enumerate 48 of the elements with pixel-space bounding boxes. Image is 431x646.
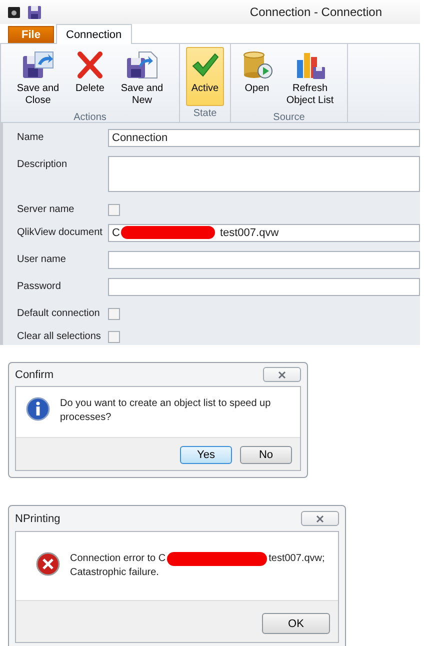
field-label: Password <box>17 280 62 292</box>
input-field[interactable] <box>108 278 420 296</box>
message-text: Catastrophic failure. <box>70 566 160 580</box>
field-label: QlikView document <box>17 226 104 238</box>
checkbox[interactable] <box>108 308 120 320</box>
close-icon <box>278 370 286 378</box>
close-icon <box>316 514 324 522</box>
save-close-icon <box>21 50 55 80</box>
close-button[interactable] <box>263 367 301 382</box>
ribbon-button[interactable]: Save and New <box>111 47 173 110</box>
input-field[interactable] <box>108 251 420 269</box>
ribbon-button[interactable]: Open <box>237 47 277 110</box>
app-icon <box>8 6 20 18</box>
message-text: Do you want to create an object list to speed up processes? <box>60 397 272 425</box>
save-icon[interactable] <box>28 6 41 18</box>
checkbox[interactable] <box>108 331 120 344</box>
ribbon-button[interactable]: Save and Close <box>7 47 69 110</box>
window-title: Connection - Connection <box>250 5 382 19</box>
info-icon <box>26 397 50 421</box>
close-button[interactable] <box>301 511 339 526</box>
database-icon <box>241 50 273 80</box>
text-area[interactable] <box>108 156 420 192</box>
dialog-button[interactable]: OK <box>262 613 330 634</box>
field-label: Description <box>17 158 68 170</box>
group-label: Actions <box>72 111 108 125</box>
group-label: State <box>192 107 218 121</box>
ribbon-tab[interactable]: Connection <box>56 24 132 44</box>
field-label: Default connection <box>17 306 101 318</box>
error-icon <box>36 552 60 576</box>
dialog-title: Confirm <box>15 368 54 380</box>
dialog-title: NPrinting <box>15 512 60 524</box>
ribbon-button[interactable]: Refresh Object List <box>279 47 341 110</box>
checkbox[interactable] <box>108 204 120 216</box>
delete-icon <box>75 50 105 80</box>
group-label: Source <box>272 111 306 125</box>
dialog-button[interactable]: No <box>240 446 292 464</box>
ribbon-button[interactable]: Delete <box>71 47 109 110</box>
message-text: test007.qvw; <box>268 552 325 566</box>
field-label: Name <box>17 131 45 143</box>
input-field[interactable]: Connection <box>108 129 420 147</box>
dialog-button[interactable]: Yes <box>180 446 232 464</box>
save-new-icon <box>125 50 159 80</box>
ribbon-button[interactable]: Active <box>186 47 224 106</box>
field-label: Server name <box>17 202 76 214</box>
bar-chart-icon <box>294 50 326 80</box>
message-text: Connection error to C <box>70 552 166 566</box>
field-label: User name <box>17 253 67 265</box>
field-label: Clear all selections <box>17 330 102 342</box>
